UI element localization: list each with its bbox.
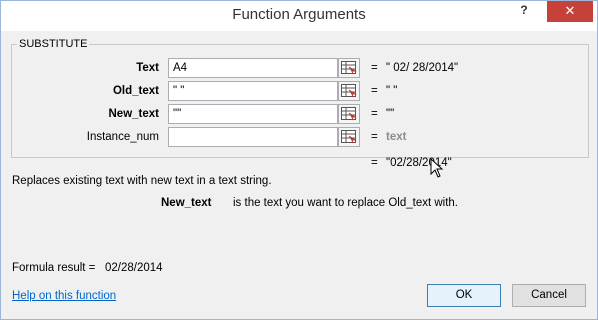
collapse-dialog-button-old-text[interactable] (338, 81, 360, 101)
arg-equals-old-text: = (371, 85, 378, 97)
arg-result-text: " 02/ 28/2014" (386, 62, 459, 74)
help-on-function-link[interactable]: Help on this function (12, 290, 116, 302)
close-icon[interactable]: ✕ (547, 1, 593, 22)
arg-label-old-text: Old_text (112, 85, 159, 97)
range-select-icon (341, 130, 357, 144)
argument-description-text: is the text you want to replace Old_text… (233, 197, 459, 209)
arg-equals-text: = (371, 62, 378, 74)
argument-description-name: New_text (161, 197, 212, 209)
range-select-icon (341, 61, 357, 75)
arg-result-instance-num: text (386, 131, 407, 143)
title-bar: Function Arguments ? ✕ (1, 1, 597, 31)
ok-button[interactable]: OK (427, 284, 501, 307)
help-icon[interactable]: ? (514, 3, 534, 23)
range-select-icon (341, 84, 357, 98)
arg-equals-instance-num: = (371, 131, 378, 143)
collapse-dialog-button-text[interactable] (338, 58, 360, 78)
function-arguments-dialog: Function Arguments ? ✕ SUBSTITUTE Text A… (0, 0, 598, 320)
instance-num-input[interactable] (168, 127, 338, 147)
collapse-dialog-button-new-text[interactable] (338, 104, 360, 124)
arg-label-text: Text (136, 62, 159, 74)
range-select-icon (341, 107, 357, 121)
mouse-pointer-icon (430, 158, 444, 178)
formula-result-value: 02/28/2014 (105, 262, 163, 274)
arg-label-new-text: New_text (108, 108, 160, 120)
collapse-dialog-button-instance-num[interactable] (338, 127, 360, 147)
cancel-button[interactable]: Cancel (512, 284, 586, 307)
function-name-label: SUBSTITUTE (17, 38, 90, 50)
arg-equals-new-text: = (371, 108, 378, 120)
dialog-title: Function Arguments (232, 6, 366, 23)
text-input[interactable]: A4 (168, 58, 338, 78)
arg-result-new-text: "" (386, 108, 395, 120)
old-text-input[interactable]: " " (168, 81, 338, 101)
total-equals: = (371, 157, 378, 169)
arg-result-old-text: " " (386, 85, 398, 97)
formula-result-label: Formula result = (12, 262, 96, 274)
arg-label-instance-num: Instance_num (86, 131, 159, 143)
function-description: Replaces existing text with new text in … (12, 175, 272, 187)
new-text-input[interactable]: "" (168, 104, 338, 124)
